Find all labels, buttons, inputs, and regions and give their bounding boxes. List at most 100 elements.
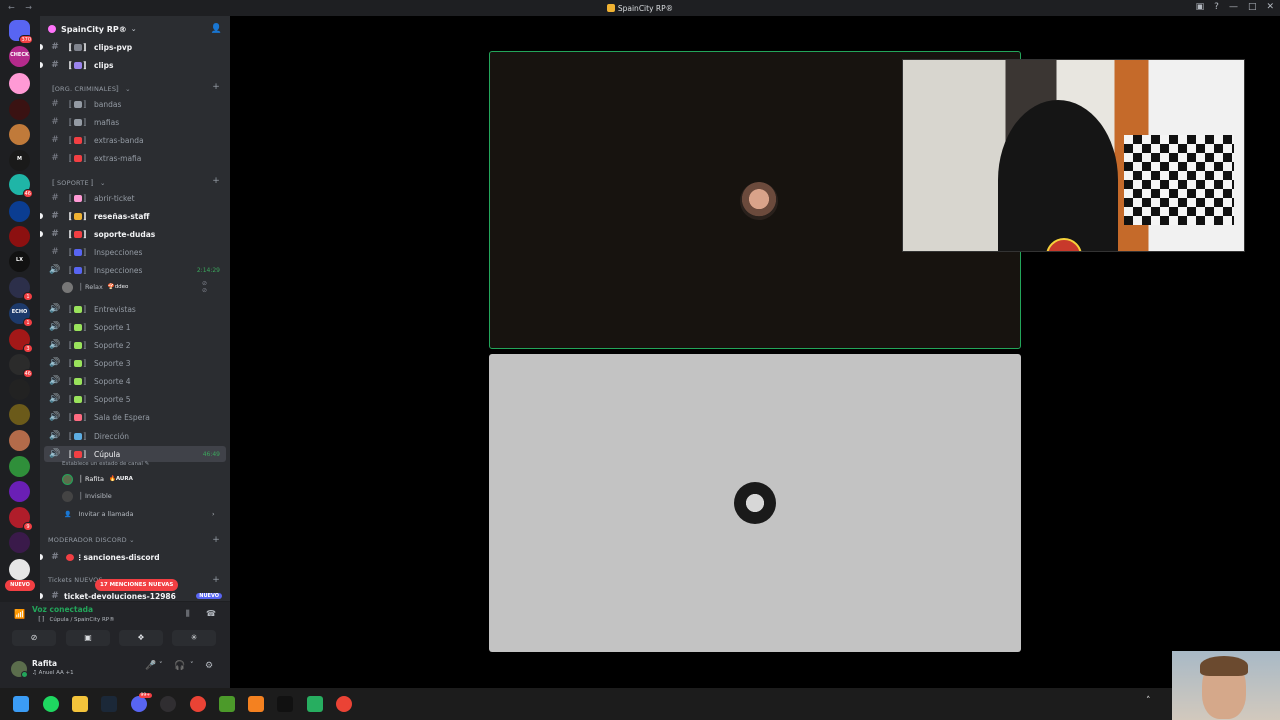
channel-voice[interactable]: 🔊 〚 〛 Soporte 3 (44, 355, 226, 371)
chrome-icon[interactable] (190, 696, 206, 712)
channel-voice[interactable]: 🔊 〚 〛 Dirección (44, 428, 226, 444)
screen-share-button[interactable]: ▣ (66, 630, 110, 646)
voice-user[interactable]: │ Relax 🍄ddeo ⊘ ⊘ (62, 280, 207, 294)
channel-voice[interactable]: 🔊 〚 〛 Soporte 2 (44, 337, 226, 353)
settings-gear-icon[interactable]: ⚙ (205, 661, 213, 671)
server-icon-server-46[interactable]: 46 (9, 354, 33, 378)
channel-text[interactable]: # 〚 〛 extras-banda (44, 132, 226, 148)
server-icon-server-red-dark[interactable] (9, 99, 30, 120)
voice-status[interactable]: Voz conectada (32, 605, 93, 614)
participant-tile[interactable] (489, 354, 1021, 652)
user-name[interactable]: Rafita (32, 659, 57, 668)
signal-icon[interactable]: 📶 (14, 610, 25, 620)
new-mentions-pill[interactable]: 17 MENCIONES NUEVAS (95, 579, 179, 591)
channel-text[interactable]: # 〚 〛 reseñas-staff (40, 208, 226, 224)
new-servers-pill[interactable]: NUEVO (5, 580, 35, 591)
channel-voice[interactable]: 🔊 〚 〛 Entrevistas (44, 301, 226, 317)
server-icon-server-lx[interactable]: LX (9, 251, 30, 272)
create-channel-icon[interactable]: + (212, 535, 220, 545)
mention-badge: 370 (19, 35, 33, 44)
server-icon-server-echo[interactable]: ECHO 1 (9, 303, 33, 327)
channel-text[interactable]: # 〚 〛 clips-pvp (40, 39, 226, 55)
voice-stage (230, 16, 1280, 688)
user-avatar[interactable] (11, 661, 28, 678)
server-icon-direct-messages[interactable]: 370 (9, 20, 33, 44)
chrome-2-icon[interactable] (336, 696, 352, 712)
minimize-button[interactable]: — (1229, 2, 1238, 12)
server-icon-server-burger[interactable] (9, 124, 30, 145)
category-criminales[interactable]: 〚ORG. CRIMINALES〛 ⌄ + (48, 82, 224, 95)
headphones-icon[interactable]: 🎧 (174, 661, 185, 671)
capcut-icon[interactable] (277, 696, 293, 712)
voice-user[interactable]: │ Rafita 🔥AURA (62, 472, 133, 486)
cloud-app-icon[interactable] (248, 696, 264, 712)
channel-text[interactable]: # ⋮ sanciones-discord (40, 549, 226, 565)
server-icon-server-mountain[interactable]: 1 (9, 277, 33, 301)
channel-text[interactable]: # 〚 〛 abrir-ticket (44, 190, 226, 206)
soundboard-button[interactable]: ✳ (172, 630, 216, 646)
channel-voice[interactable]: 🔊 〚 〛 Sala de Espera (44, 409, 226, 425)
server-icon-server-purple[interactable] (9, 481, 30, 502)
server-icon-server-shield[interactable] (9, 559, 30, 580)
channel-text[interactable]: # 〚 〛 bandas (44, 96, 226, 112)
close-button[interactable]: ✕ (1266, 2, 1274, 12)
channel-status-prompt[interactable]: Establece un estado de canal ✎ (62, 461, 149, 467)
server-icon-server-teal[interactable]: 46 (9, 174, 33, 198)
channel-emoji-icon (73, 323, 82, 331)
windows-start-icon[interactable] (13, 696, 29, 712)
mention-badge: 9 (23, 522, 33, 531)
server-icon-server-checkpoint[interactable]: CHECK (9, 46, 30, 67)
discord-icon[interactable]: 99+ (131, 693, 152, 712)
tray-expand-icon[interactable]: ˄ (1146, 696, 1151, 706)
activities-button[interactable]: ❖ (119, 630, 163, 646)
server-icon-server-pink[interactable] (9, 73, 30, 94)
steam-icon[interactable] (101, 696, 117, 712)
camera-button[interactable]: ⊘ (12, 630, 56, 646)
channel-voice[interactable]: 🔊 〚 〛 Inspecciones 2:14:29 (44, 262, 226, 278)
server-icon-server-blue-x[interactable] (9, 201, 30, 222)
spotify-icon[interactable] (43, 696, 59, 712)
channel-voice[interactable]: 🔊 〚 〛 Soporte 5 (44, 391, 226, 407)
inbox-icon[interactable]: ▣ (1196, 2, 1205, 12)
channel-text[interactable]: # 〚 〛 extras-mafia (44, 150, 226, 166)
channel-text[interactable]: # 〚 〛 clips (40, 57, 226, 73)
channel-text[interactable]: # 〚 〛 Inspecciones (44, 244, 226, 260)
disconnect-icon[interactable]: ☎ (206, 609, 216, 618)
noise-suppression-icon[interactable]: ⫼ (186, 609, 190, 619)
channel-voice[interactable]: 🔊 〚 〛 Soporte 1 (44, 319, 226, 335)
server-icon-server-red-car[interactable]: 3 (9, 329, 33, 353)
mic-options-chevron-icon[interactable]: ˅ (159, 661, 163, 669)
archive-app-icon[interactable] (307, 696, 323, 712)
server-icon-server-red-9[interactable]: 9 (9, 507, 33, 531)
server-icon-server-m[interactable]: M (9, 150, 30, 171)
channel-voice[interactable]: 🔊 〚 〛 Cúpula 46:49 (44, 446, 226, 462)
channel-name: extras-mafia (94, 153, 142, 163)
server-icon-server-photo[interactable] (9, 430, 30, 451)
invite-to-call[interactable]: 👤 Invitar a llamada › (62, 507, 215, 521)
server-icon-server-red-emblem[interactable] (9, 226, 30, 247)
file-explorer-icon[interactable] (72, 696, 88, 712)
maximize-button[interactable]: □ (1248, 2, 1257, 12)
create-channel-icon[interactable]: + (212, 575, 220, 585)
audio-options-chevron-icon[interactable]: ˅ (190, 661, 194, 669)
speaker-icon: 🔊 (49, 358, 61, 368)
channel-text[interactable]: # 〚 〛 mafias (44, 114, 226, 130)
microphone-icon[interactable]: 🎤 (145, 661, 156, 671)
server-icon-server-race[interactable] (9, 379, 30, 400)
server-icon-server-green[interactable] (9, 456, 30, 477)
server-icon-server-dark-purple[interactable] (9, 532, 30, 553)
invite-people-icon[interactable]: 👤 (211, 24, 222, 34)
category-soporte[interactable]: 〚 SOPORTE 〛 ⌄ + (48, 176, 224, 189)
server-icon (606, 4, 615, 12)
category-moderador[interactable]: MODERADOR DISCORD ⌄ + (48, 535, 224, 548)
voice-user[interactable]: │ Invisible (62, 489, 117, 503)
create-channel-icon[interactable]: + (212, 176, 220, 186)
channel-text[interactable]: # 〚 〛 soporte-dudas (40, 226, 226, 242)
voice-channel[interactable]: 〚 〛 Cúpula / SpainCity RP® (35, 615, 115, 623)
minecraft-icon[interactable] (219, 696, 235, 712)
channel-voice[interactable]: 🔊 〚 〛 Soporte 4 (44, 373, 226, 389)
obs-icon[interactable] (160, 696, 176, 712)
create-channel-icon[interactable]: + (212, 82, 220, 92)
help-icon[interactable]: ? (1214, 2, 1219, 12)
server-icon-server-gold[interactable] (9, 404, 30, 425)
